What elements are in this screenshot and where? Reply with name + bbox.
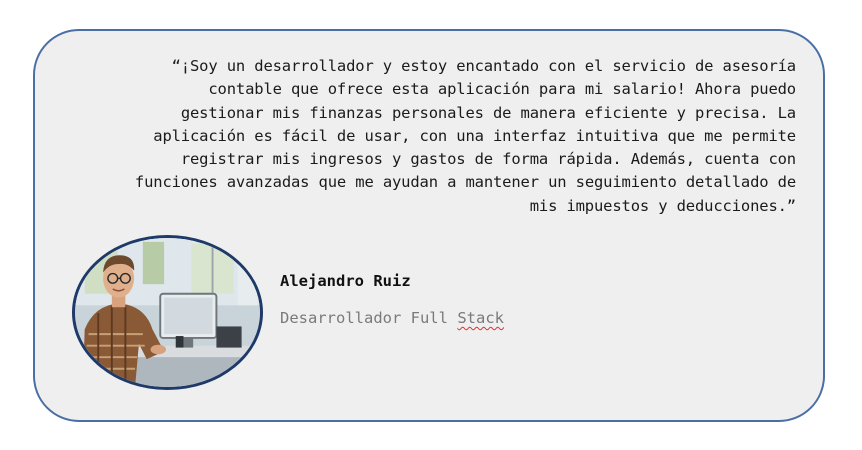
testimonial-quote: “¡Soy un desarrollador y estoy encantado… [64, 55, 796, 218]
quote-line: aplicación es fácil de usar, con una int… [153, 126, 796, 145]
quote-line: “¡Soy un desarrollador y estoy encantado… [171, 57, 797, 75]
author-photo [75, 238, 260, 387]
author-avatar [72, 235, 263, 390]
quote-line: registrar mis ingresos y gastos de forma… [180, 150, 796, 169]
spellcheck-flagged-word: Stack [457, 309, 504, 327]
quote-line: funciones avanzadas que me ayudan a mant… [134, 173, 796, 192]
author-name: Alejandro Ruiz [280, 272, 411, 290]
quote-line: contable que ofrece esta aplicación para… [208, 80, 796, 99]
quote-line: gestionar mis finanzas personales de man… [180, 103, 796, 122]
quote-line: mis impuestos y deducciones.” [529, 196, 796, 215]
author-role: Desarrollador Full Stack [280, 309, 504, 327]
author-role-prefix: Desarrollador Full [280, 309, 448, 327]
